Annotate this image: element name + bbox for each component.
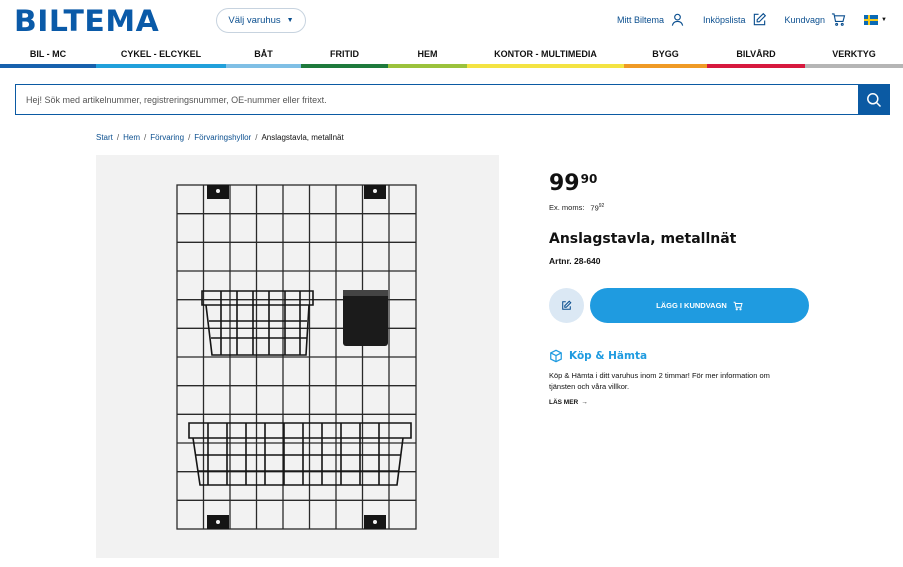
nav-label: BÅT — [254, 49, 273, 59]
cart-icon — [733, 301, 743, 310]
nav-item-verktyg[interactable]: VERKTYG — [805, 44, 903, 68]
kop-hamta-heading: Köp & Hämta — [549, 349, 647, 363]
swedish-flag-icon[interactable] — [864, 14, 879, 25]
logo-text: BILTEMA — [14, 4, 160, 38]
breadcrumb-current: Anslagstavla, metallnät — [261, 133, 344, 142]
ex-moms-decimals: 92 — [598, 203, 605, 209]
cart-link[interactable]: Kundvagn — [785, 12, 847, 27]
breadcrumb-link-start[interactable]: Start — [96, 133, 113, 142]
category-nav: BIL - MC CYKEL - ELCYKEL BÅT FRITID HEM … — [0, 44, 903, 68]
shopping-list-label: Inköpslista — [702, 14, 746, 25]
edit-icon — [562, 300, 572, 310]
nav-item-cykel-elcykel[interactable]: CYKEL - ELCYKEL — [96, 44, 226, 68]
my-biltema-label: Mitt Biltema — [616, 14, 664, 25]
my-biltema-link[interactable]: Mitt Biltema — [617, 12, 685, 27]
kop-hamta-title: Köp & Hämta — [569, 350, 648, 362]
breadcrumb-link-forvaring[interactable]: Förvaring — [150, 133, 184, 142]
search-icon — [866, 92, 881, 107]
add-to-cart-button[interactable]: LÄGG I KUNDVAGN — [590, 288, 809, 323]
nav-item-fritid[interactable]: FRITID — [301, 44, 388, 68]
chevron-down-icon: ▼ — [286, 17, 294, 24]
cart-label: Kundvagn — [784, 14, 826, 25]
breadcrumb-separator: / — [255, 133, 258, 142]
cart-icon — [831, 13, 846, 26]
product-image[interactable] — [96, 155, 499, 558]
nav-label: FRITID — [330, 49, 359, 59]
edit-icon — [753, 12, 766, 26]
price-decimals: 90 — [580, 172, 598, 186]
price-main: 99 — [549, 171, 580, 196]
nav-label: BILVÅRD — [736, 49, 776, 59]
ex-moms-price: Ex. moms: 7992 — [549, 203, 604, 213]
top-links: Mitt Biltema Inköpslista Kundvagn ▼ — [599, 12, 887, 27]
language-caret-icon[interactable]: ▼ — [881, 17, 887, 23]
shopping-list-link[interactable]: Inköpslista — [703, 12, 767, 27]
kop-hamta-description: Köp & Hämta i ditt varuhus inom 2 timmar… — [549, 371, 770, 391]
nav-item-bat[interactable]: BÅT — [226, 44, 301, 68]
nav-label: CYKEL - ELCYKEL — [120, 49, 202, 59]
search-button[interactable] — [858, 85, 889, 114]
nav-item-bil-mc[interactable]: BIL - MC — [0, 44, 96, 68]
breadcrumb-link-forvaringshyllor[interactable]: Förvaringshyllor — [194, 133, 251, 142]
nav-label: BIL - MC — [29, 49, 67, 59]
ex-moms-label: Ex. moms: — [549, 203, 585, 212]
nav-label: KONTOR - MULTIMEDIA — [494, 49, 597, 59]
user-icon — [671, 13, 684, 26]
header: BILTEMA Välj varuhus ▼ Mitt Biltema Inkö… — [0, 0, 903, 44]
breadcrumb-link-hem[interactable]: Hem — [123, 133, 140, 142]
wire-board-illustration — [176, 184, 417, 530]
breadcrumb-separator: / — [144, 133, 147, 142]
breadcrumb-separator: / — [188, 133, 191, 142]
nav-item-hem[interactable]: HEM — [388, 44, 467, 68]
search-input[interactable] — [16, 85, 858, 114]
arrow-right-icon: → — [581, 399, 588, 406]
add-to-shopping-list-button[interactable] — [549, 288, 584, 323]
article-number: Artnr. 28-640 — [549, 256, 601, 266]
read-more-label: LÄS MER — [549, 399, 579, 406]
product-price: 99 90 — [549, 172, 597, 196]
package-icon — [550, 349, 562, 363]
read-more-link[interactable]: LÄS MER → — [549, 399, 588, 406]
nav-label: BYGG — [652, 49, 679, 59]
product-title: Anslagstavla, metallnät — [549, 231, 737, 247]
ex-moms-main: 79 — [590, 203, 599, 213]
add-to-cart-label: LÄGG I KUNDVAGN — [656, 301, 727, 310]
nav-label: HEM — [417, 49, 438, 59]
breadcrumb-separator: / — [116, 133, 120, 142]
store-selector-label: Välj varuhus — [228, 15, 281, 26]
ex-moms-value: 7992 — [590, 203, 604, 213]
breadcrumb: Start / Hem / Förvaring / Förvaringshyll… — [96, 133, 344, 142]
nav-item-kontor-multimedia[interactable]: KONTOR - MULTIMEDIA — [467, 44, 624, 68]
nav-item-bygg[interactable]: BYGG — [624, 44, 707, 68]
nav-item-bilvard[interactable]: BILVÅRD — [707, 44, 805, 68]
biltema-logo[interactable]: BILTEMA — [14, 4, 204, 38]
nav-label: VERKTYG — [832, 49, 876, 59]
store-selector-button[interactable]: Välj varuhus ▼ — [216, 8, 306, 33]
search-bar — [15, 84, 890, 115]
